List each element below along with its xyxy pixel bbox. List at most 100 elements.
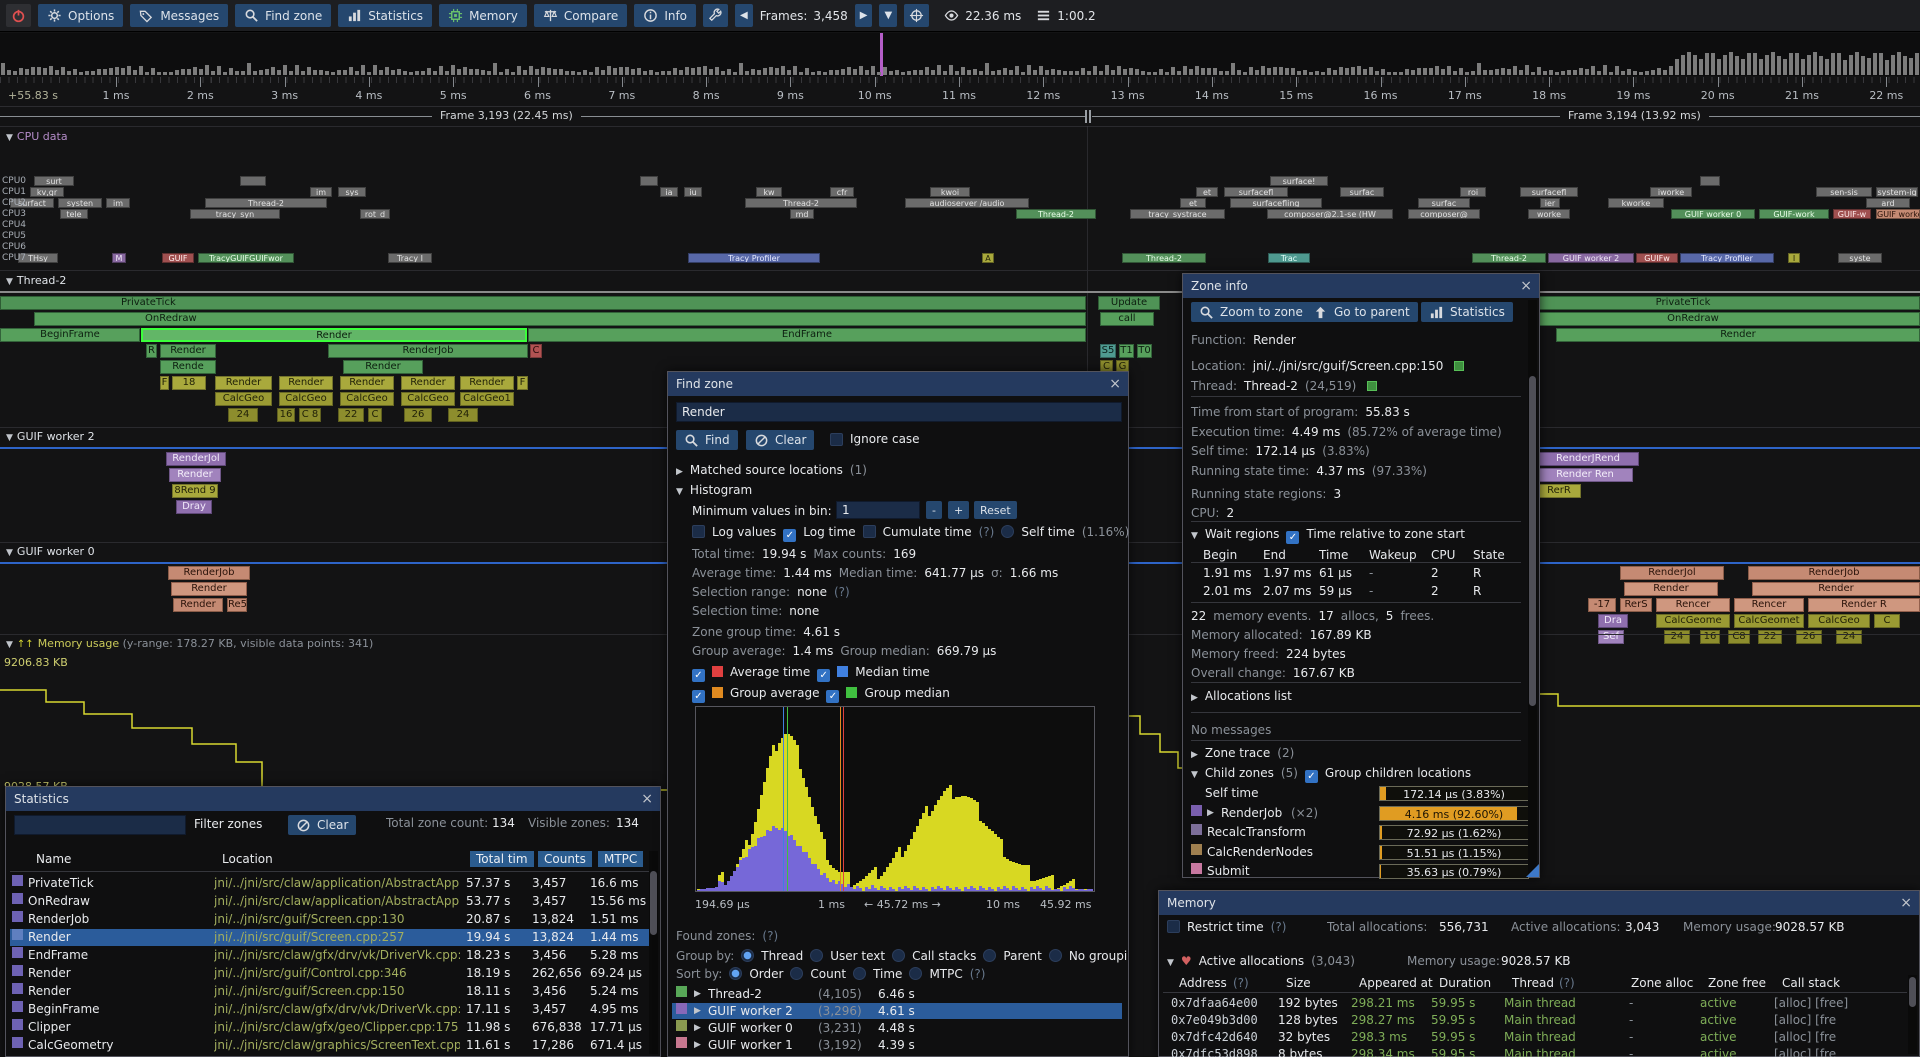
timeline-zone[interactable]: OnRedraw bbox=[34, 312, 1086, 326]
memory-button[interactable]: Memory bbox=[439, 4, 527, 27]
cpu-zone[interactable]: M bbox=[112, 253, 126, 263]
cpu-zone[interactable]: GUIF worker 2 bbox=[1548, 253, 1634, 263]
timeline-zone[interactable]: R bbox=[146, 344, 157, 358]
cpu-zone[interactable]: Thread-2 bbox=[205, 198, 327, 208]
timeline-zone[interactable]: Dray bbox=[176, 500, 212, 514]
timeline-zone[interactable]: 18 bbox=[172, 376, 206, 390]
cpu-zone[interactable]: im bbox=[310, 187, 332, 197]
cpu-zone[interactable]: tracy_systrace bbox=[1130, 209, 1225, 219]
messages-button[interactable]: Messages bbox=[130, 4, 228, 27]
timeline-zone[interactable]: Rende bbox=[160, 360, 216, 374]
cpu-zone[interactable]: GUIFw bbox=[1636, 253, 1678, 263]
memory-scrollbar[interactable] bbox=[1908, 975, 1917, 1054]
timeline-zone[interactable]: RenderJol bbox=[1620, 566, 1724, 580]
cpu-zone[interactable]: audioserver /audio bbox=[905, 198, 1029, 208]
timeline-zone[interactable]: 24 bbox=[448, 408, 478, 422]
cpu-zone[interactable]: surface! bbox=[1270, 176, 1328, 186]
info-button[interactable]: Info bbox=[634, 4, 696, 27]
timeline-zone[interactable]: 22 bbox=[338, 408, 364, 422]
timeline-zone[interactable]: EndFrame bbox=[528, 328, 1086, 342]
timeline-zone[interactable]: Render bbox=[171, 582, 247, 596]
timeline-zone[interactable]: Sef bbox=[1598, 630, 1624, 644]
timeline-zone[interactable]: Rencer bbox=[1656, 598, 1730, 612]
timeline-zone[interactable]: C bbox=[368, 408, 382, 422]
timeline-zone[interactable]: Render bbox=[460, 376, 514, 390]
timeline-zone[interactable]: 26 bbox=[404, 408, 432, 422]
timeline-zone[interactable]: C8 bbox=[1728, 630, 1750, 644]
timeline-zone[interactable]: Render bbox=[1752, 582, 1920, 596]
timeline-zone[interactable]: Render bbox=[1556, 328, 1920, 342]
cpu-zone[interactable]: ia bbox=[660, 187, 678, 197]
timeline-zone[interactable]: BeginFrame bbox=[0, 328, 140, 342]
timeline-zone[interactable]: Render bbox=[169, 468, 221, 482]
timeline-zone[interactable]: C 8 bbox=[299, 408, 321, 422]
statistics-button[interactable]: Statistics bbox=[338, 4, 432, 27]
cpu-zone[interactable]: kw bbox=[756, 187, 782, 197]
cpu-zone[interactable]: kv,gr bbox=[30, 187, 64, 197]
cpu-zone[interactable]: Thread-2 bbox=[1472, 253, 1546, 263]
timeline-zone[interactable]: RenderJol bbox=[166, 452, 226, 466]
thread-header-guif-worker-2[interactable]: ▼GUIF worker 2 bbox=[6, 430, 95, 443]
cpu-zone[interactable]: sys bbox=[338, 187, 366, 197]
timeline-zone[interactable]: RerS bbox=[1620, 598, 1652, 612]
timeline-zone[interactable]: T0 bbox=[1137, 344, 1152, 358]
cpu-zone[interactable]: composer@ bbox=[1408, 209, 1480, 219]
timeline-zone[interactable]: T1 bbox=[1119, 344, 1134, 358]
cpu-zone[interactable]: Thread-2 bbox=[1122, 253, 1206, 263]
cpu-zone[interactable]: GUIF-w bbox=[1833, 209, 1871, 219]
timeline-zone[interactable]: CalcGeo bbox=[1808, 614, 1870, 628]
timeline-zone[interactable]: 26 bbox=[1796, 630, 1822, 644]
timeline-zone[interactable]: F bbox=[160, 376, 169, 390]
timeline-zone[interactable]: PrivateTick bbox=[0, 296, 1086, 310]
timeline-zone[interactable]: CalcGeo1 bbox=[460, 392, 514, 406]
timeline-zone[interactable]: Render bbox=[401, 376, 455, 390]
frames-row[interactable]: Frame 3,193 (22.45 ms) Frame 3,194 (13.9… bbox=[0, 107, 1920, 126]
timeline-zone[interactable]: Render bbox=[160, 344, 216, 358]
cpu-zone[interactable]: tele bbox=[60, 209, 88, 219]
timeline-zone[interactable]: 16 bbox=[1700, 630, 1720, 644]
timeline-zone[interactable]: RerR bbox=[1537, 484, 1581, 498]
timeline-zone[interactable]: 8Rend 9 bbox=[172, 484, 218, 498]
cpu-zone[interactable] bbox=[240, 176, 266, 186]
timeline-zone[interactable]: call bbox=[1100, 312, 1154, 326]
frame-overview-strip[interactable] bbox=[0, 33, 1920, 76]
timeline-zone[interactable]: 24 bbox=[1664, 630, 1690, 644]
timeline-zone[interactable]: Update bbox=[1098, 296, 1160, 310]
cpu-zone[interactable]: composer@2.1-se (HW bbox=[1267, 209, 1393, 219]
timeline-zone[interactable]: Render Ren bbox=[1537, 468, 1633, 482]
timeline-zone[interactable]: RenderJob bbox=[1748, 566, 1920, 580]
cpu-zone[interactable]: kwoi bbox=[930, 187, 970, 197]
timeline-zone[interactable]: 24 bbox=[1836, 630, 1862, 644]
tools-button[interactable] bbox=[703, 4, 728, 27]
cpu-zone[interactable]: cfr bbox=[830, 187, 854, 197]
timeline-zone[interactable]: F bbox=[517, 376, 528, 390]
cpu-zone[interactable]: surfac bbox=[1340, 187, 1384, 197]
timeline-zone[interactable]: 16 bbox=[277, 408, 295, 422]
options-button[interactable]: Options bbox=[38, 4, 123, 27]
cpu-zone[interactable]: surfacefl bbox=[1520, 187, 1578, 197]
cpu-zone[interactable]: rot_d bbox=[360, 209, 390, 219]
cpu-zone[interactable]: surfacefl bbox=[1224, 187, 1288, 197]
timeline-zone[interactable]: Render bbox=[173, 598, 223, 612]
cpu-zone[interactable] bbox=[640, 176, 658, 186]
cpu-zone[interactable]: surt bbox=[34, 176, 74, 186]
timeline-zone[interactable]: C bbox=[530, 344, 542, 358]
timeline-zone[interactable]: RenderJob bbox=[328, 344, 528, 358]
cpu-zone[interactable]: Tracy Profiler bbox=[688, 253, 820, 263]
cpu-zone[interactable]: surfacefling bbox=[1230, 198, 1322, 208]
resize-grip[interactable] bbox=[1526, 864, 1539, 877]
timeline-zone[interactable]: CalcGeo bbox=[215, 392, 272, 406]
cpu-zone[interactable] bbox=[1700, 176, 1720, 186]
timeline-zone[interactable]: Re5 bbox=[227, 598, 247, 612]
timeline-zone[interactable]: C bbox=[1874, 614, 1900, 628]
cpu-zone[interactable]: GUIF-work bbox=[1759, 209, 1829, 219]
cpu-zone[interactable]: sen-sis bbox=[1816, 187, 1872, 197]
cpu-zone[interactable]: et bbox=[1196, 187, 1218, 197]
timeline-zone[interactable]: Render bbox=[141, 328, 527, 342]
timeline-zone[interactable]: CalcGeomet bbox=[1734, 614, 1804, 628]
cpu-zone[interactable]: GUIF bbox=[162, 253, 194, 263]
cpu-zone[interactable]: TracyGUIFGUIFwor bbox=[198, 253, 294, 263]
cpu-data-header[interactable]: ▼CPU data bbox=[6, 130, 68, 143]
next-frame-button[interactable]: ▶ bbox=[855, 4, 873, 27]
timeline-zone[interactable]: CalcGeo bbox=[279, 392, 333, 406]
